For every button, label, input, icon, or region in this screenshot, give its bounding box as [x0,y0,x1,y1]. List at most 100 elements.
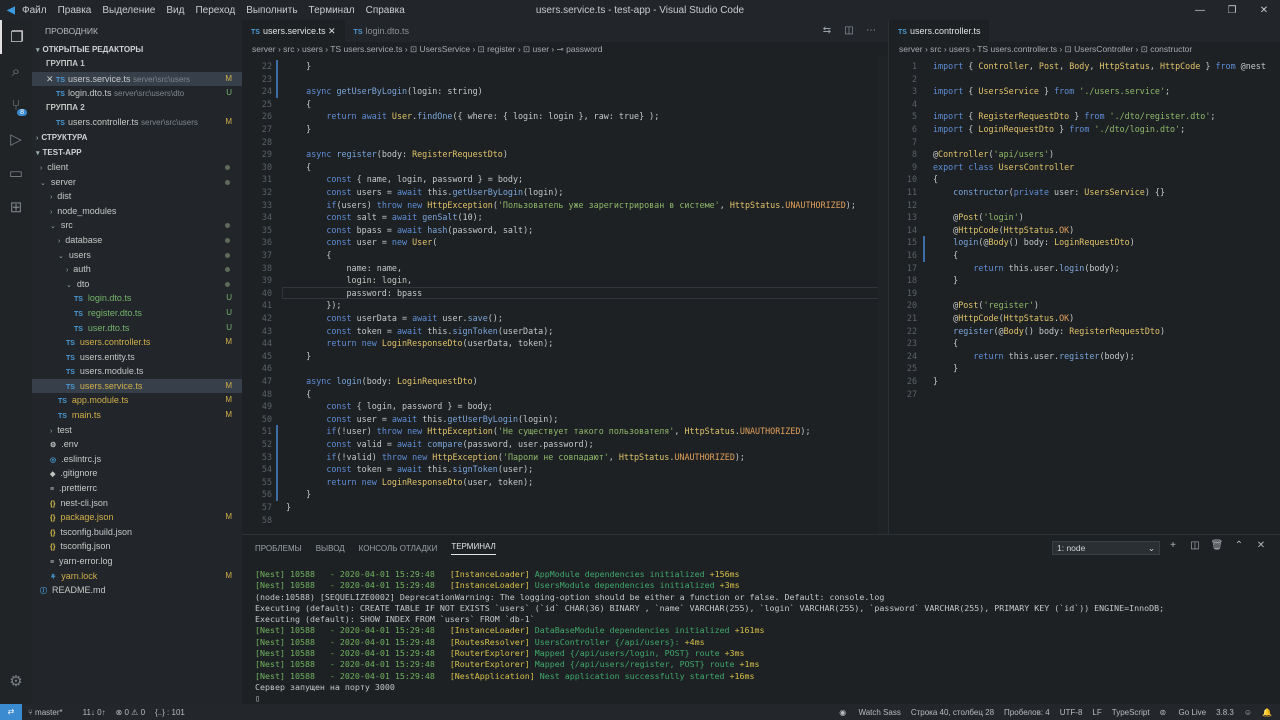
line-number: 39 [261,275,272,286]
close-panel-icon[interactable]: ✕ [1250,540,1272,551]
gear-icon[interactable]: ⚙ [0,664,32,698]
tree-item[interactable]: › client [32,160,242,175]
explorer-icon[interactable]: ❐ [0,20,32,54]
menu-item[interactable]: Файл [22,5,47,16]
watch-sass-button[interactable]: ◉ Watch Sass [839,708,901,717]
bottom-panel: ПРОБЛЕМЫ ВЫВОД КОНСОЛЬ ОТЛАДКИ ТЕРМИНАЛ 1: … [242,534,1280,704]
add-terminal-icon[interactable]: + [1162,540,1184,551]
tree-item[interactable]: ≡ yarn-error.log [32,554,242,569]
eol[interactable]: LF [1092,708,1101,717]
terminal-output[interactable]: [Nest] 10588 - 2020-04-01 15:29:48 [Inst… [255,569,1164,705]
tree-item[interactable]: ⚙ .env [32,437,242,452]
group1-label[interactable]: ГРУППА 1 [32,57,242,72]
tree-item[interactable]: TS users.entity.ts [32,350,242,365]
panel-tab[interactable]: ТЕРМИНАЛ [451,542,496,555]
close-icon[interactable]: ✕ [1248,0,1280,20]
tree-item[interactable]: ⌄ server [32,175,242,190]
menu-item[interactable]: Терминал [309,5,355,16]
panel-tab[interactable]: ПРОБЛЕМЫ [255,544,302,553]
indentation[interactable]: Пробелов: 4 [1004,708,1050,717]
breadcrumb[interactable]: server › src › users › TS users.controll… [889,42,1280,56]
menu-item[interactable]: Выполнить [246,5,297,16]
remote-icon[interactable]: ⇄ [0,704,22,720]
panel-tab[interactable]: ВЫВОД [316,544,345,553]
tree-item[interactable]: › dist [32,189,242,204]
minimize-icon[interactable]: — [1184,0,1216,20]
maximize-icon[interactable]: ❐ [1216,0,1248,20]
tree-item[interactable]: › auth [32,262,242,277]
extensions-icon[interactable]: ⊞ [0,190,32,224]
split-terminal-icon[interactable]: ◫ [1184,540,1206,551]
selection-status[interactable]: {..} : 101 [155,708,185,717]
tree-item[interactable]: {} nest-cli.json [32,496,242,511]
tree-item[interactable]: ⓘ README.md [32,583,242,598]
open-editor-item[interactable]: TS login.dto.ts server\src\users\dto U [32,86,242,101]
tree-item[interactable]: › node_modules [32,204,242,219]
code-line: if(!user) throw new HttpException('Не су… [326,426,811,437]
branch-status[interactable]: ⑂ master* [28,708,73,717]
tree-item[interactable]: ≡ .prettierrc [32,481,242,496]
close-icon[interactable]: ✕ [46,74,56,84]
problems-status[interactable]: ⊗ 0 ⚠ 0 [116,708,145,717]
tree-item[interactable]: ⌄ users [32,248,242,263]
compare-icon[interactable]: ⇆ [816,20,838,42]
open-editors-section[interactable]: ▾ ОТКРЫТЫЕ РЕДАКТОРЫ [32,42,242,57]
ts-version[interactable]: 3.8.3 [1216,708,1234,717]
source-control-icon[interactable]: ⑂ 8 [0,88,32,122]
panel-tab[interactable]: КОНСОЛЬ ОТЛАДКИ [359,544,438,553]
open-editor-item[interactable]: ✕ TS users.service.ts server\src\users M [32,71,242,87]
structure-section[interactable]: › СТРУКТУРА [32,130,242,145]
tree-item[interactable]: › test [32,423,242,438]
tab-users-service[interactable]: TS users.service.ts ✕ [242,20,345,42]
tree-item[interactable]: TS login.dto.ts U [32,291,242,306]
breadcrumb[interactable]: server › src › users › TS users.service.… [242,42,888,56]
tree-item[interactable]: {} package.json M [32,510,242,525]
tree-item[interactable]: {} tsconfig.json [32,539,242,554]
split-editor-icon[interactable]: ◫ [838,20,860,42]
close-icon[interactable]: ✕ [328,26,336,36]
menu-item[interactable]: Выделение [102,5,155,16]
menu-item[interactable]: Правка [58,5,92,16]
remote-explorer-icon[interactable]: ▭ [0,156,32,190]
more-actions-icon[interactable]: ⋯ [860,20,882,42]
tree-item[interactable]: TS users.module.ts [32,364,242,379]
tree-item[interactable]: ⌄ dto [32,277,242,292]
menu-item[interactable]: Переход [195,5,235,16]
encoding[interactable]: UTF-8 [1060,708,1083,717]
tab-users-controller[interactable]: TS users.controller.ts [889,20,990,42]
go-live-button[interactable]: ⊚ Go Live [1160,708,1207,717]
feedback-icon[interactable]: ☺ [1244,708,1252,717]
tree-item[interactable]: › database [32,233,242,248]
terminal-select[interactable]: 1: node ⌄ [1052,541,1160,555]
tree-item[interactable]: TS users.controller.ts M [32,335,242,350]
tree-item[interactable]: TS app.module.ts M [32,393,242,408]
tree-item[interactable]: TS user.dto.ts U [32,321,242,336]
project-section[interactable]: ▾ TEST-APP [32,145,242,160]
line-number: 31 [261,174,272,185]
language-mode[interactable]: TypeScript [1112,708,1150,717]
menu-item[interactable]: Справка [366,5,405,16]
sync-status[interactable]: 11↓ 0↑ [83,708,106,717]
line-number: 41 [261,300,272,311]
tree-item[interactable]: TS register.dto.ts U [32,306,242,321]
run-debug-icon[interactable]: ▷ [0,122,32,156]
maximize-panel-icon[interactable]: ⌃ [1228,540,1250,551]
tree-item[interactable]: ⚘ yarn.lock M [32,569,242,584]
tree-item[interactable]: TS users.service.ts M [32,378,242,394]
line-number: 19 [906,287,917,298]
search-icon[interactable]: ⌕ [0,54,32,88]
menu-item[interactable]: Вид [166,5,184,16]
tab-login-dto[interactable]: TS login.dto.ts [345,20,418,42]
cursor-position[interactable]: Строка 40, столбец 28 [911,708,994,717]
tree-item[interactable]: TS main.ts M [32,408,242,423]
group2-label[interactable]: ГРУППА 2 [32,101,242,116]
open-editor-item[interactable]: TS users.controller.ts server\src\users M [32,115,242,130]
code-line: const valid = await compare(password, us… [326,439,594,449]
tree-item[interactable]: {} tsconfig.build.json [32,525,242,540]
trash-icon[interactable]: 🗑 [1206,540,1228,551]
tree-item[interactable]: ⌄ src [32,218,242,233]
bell-icon[interactable]: 🔔 [1262,708,1272,717]
tree-item[interactable]: ◆ .gitignore [32,466,242,481]
ts-file-icon: TS [56,120,65,128]
tree-item[interactable]: ◎ .eslintrc.js [32,452,242,467]
